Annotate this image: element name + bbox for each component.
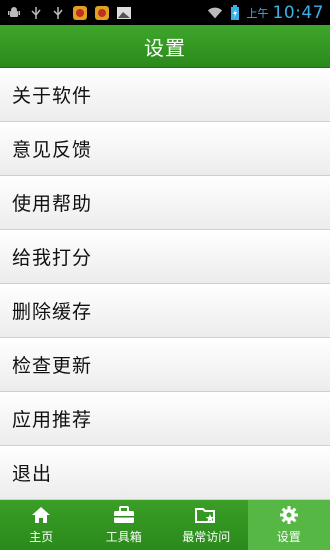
toolbox-icon xyxy=(113,505,135,525)
menu-item-label: 退出 xyxy=(12,463,53,485)
tab-home[interactable]: 主页 xyxy=(0,500,83,550)
usb-icon xyxy=(50,5,66,21)
android-icon xyxy=(6,5,22,21)
page-title: 设置 xyxy=(144,35,186,60)
tab-label: 主页 xyxy=(29,530,54,544)
status-time: 10:47 xyxy=(272,2,324,23)
menu-item-label: 检查更新 xyxy=(12,355,93,377)
tab-label: 工具箱 xyxy=(105,530,142,544)
tab-toolbox[interactable]: 工具箱 xyxy=(83,500,166,550)
menu-item-label: 意见反馈 xyxy=(12,139,93,161)
status-ampm: 上午 xyxy=(246,6,269,20)
usb-icon xyxy=(28,5,44,21)
menu-item-rate[interactable]: 给我打分 xyxy=(0,230,330,284)
notification-icons xyxy=(0,0,132,25)
menu-item-feedback[interactable]: 意见反馈 xyxy=(0,122,330,176)
menu-item-label: 使用帮助 xyxy=(12,193,93,215)
star-folder-icon xyxy=(195,505,217,525)
menu-item-about[interactable]: 关于软件 xyxy=(0,68,330,122)
bottom-tab-bar: 主页 工具箱 最常访问 设置 xyxy=(0,500,330,550)
menu-item-label: 给我打分 xyxy=(12,247,93,269)
settings-menu: 关于软件 意见反馈 使用帮助 给我打分 删除缓存 检查更新 应用推荐 退出 xyxy=(0,68,330,500)
tab-label: 设置 xyxy=(276,530,301,544)
wifi-icon xyxy=(207,5,223,21)
menu-item-app-recommend[interactable]: 应用推荐 xyxy=(0,392,330,446)
home-icon xyxy=(30,505,52,525)
status-bar: 上午 10:47 xyxy=(0,0,330,25)
menu-item-label: 应用推荐 xyxy=(12,409,93,431)
menu-item-help[interactable]: 使用帮助 xyxy=(0,176,330,230)
menu-item-label: 删除缓存 xyxy=(12,301,93,323)
menu-item-check-update[interactable]: 检查更新 xyxy=(0,338,330,392)
security-app-icon xyxy=(72,5,88,21)
tab-label: 最常访问 xyxy=(182,530,231,544)
security-app-icon xyxy=(94,5,110,21)
menu-item-clear-cache[interactable]: 删除缓存 xyxy=(0,284,330,338)
gear-icon xyxy=(278,505,300,525)
tab-most-visited[interactable]: 最常访问 xyxy=(165,500,248,550)
tab-settings[interactable]: 设置 xyxy=(247,500,330,550)
image-icon xyxy=(116,5,132,21)
battery-charging-icon xyxy=(227,4,243,21)
menu-item-exit[interactable]: 退出 xyxy=(0,446,330,500)
title-bar: 设置 xyxy=(0,25,330,68)
menu-item-label: 关于软件 xyxy=(12,85,93,107)
